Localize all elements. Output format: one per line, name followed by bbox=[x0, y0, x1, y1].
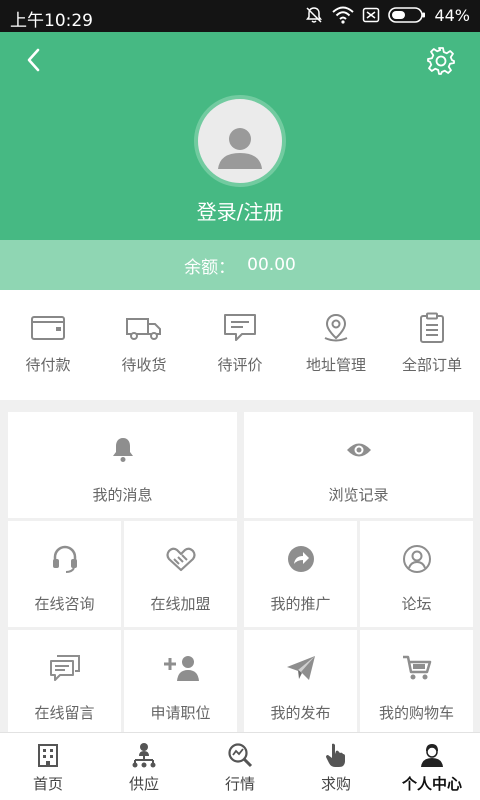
add-user-icon bbox=[161, 652, 201, 684]
avatar[interactable] bbox=[194, 95, 286, 187]
menu-leave-message[interactable]: 在线留言 bbox=[8, 630, 121, 732]
network-icon bbox=[130, 741, 158, 769]
chevron-left-icon bbox=[24, 47, 44, 77]
location-pin-icon bbox=[317, 312, 355, 344]
menu-label: 论坛 bbox=[401, 595, 432, 613]
menu-label: 在线咨询 bbox=[34, 595, 95, 613]
user-circle-icon bbox=[402, 543, 432, 575]
order-pending-receipt[interactable]: 待收货 bbox=[96, 290, 192, 400]
menu-online-join[interactable]: 在线加盟 bbox=[124, 521, 237, 627]
wifi-icon bbox=[332, 6, 355, 24]
building-icon bbox=[36, 741, 60, 769]
truck-icon bbox=[125, 312, 163, 344]
order-shortcuts: 待付款 待收货 待评价 地址管理 全部订单 bbox=[0, 290, 480, 400]
menu-online-consult[interactable]: 在线咨询 bbox=[8, 521, 121, 627]
profile-header: 登录/注册 bbox=[0, 32, 480, 240]
menu-label: 申请职位 bbox=[150, 704, 211, 722]
menu-my-cart[interactable]: 我的购物车 bbox=[360, 630, 473, 732]
menu-forum[interactable]: 论坛 bbox=[360, 521, 473, 627]
menu-my-publish[interactable]: 我的发布 bbox=[244, 630, 357, 732]
menu-grid: 我的消息 浏览记录 在线咨询 在线加盟 我的推广 论坛 在线留言 申请职位 我的… bbox=[0, 400, 480, 732]
tab-label: 首页 bbox=[32, 775, 63, 793]
order-label: 地址管理 bbox=[305, 356, 366, 374]
order-pending-review[interactable]: 待评价 bbox=[192, 290, 288, 400]
menu-label: 我的推广 bbox=[270, 595, 331, 613]
settings-button[interactable] bbox=[424, 46, 458, 80]
comment-icon bbox=[221, 312, 259, 344]
cart-icon bbox=[401, 652, 433, 684]
tab-supply[interactable]: 供应 bbox=[96, 733, 192, 800]
status-time: 上午10:29 bbox=[10, 11, 93, 31]
tab-market[interactable]: 行情 bbox=[192, 733, 288, 800]
alarm-off-icon bbox=[304, 5, 324, 25]
balance-value: 00.00 bbox=[247, 255, 296, 275]
status-bar: 上午10:29 44% bbox=[0, 0, 480, 32]
tab-purchase[interactable]: 求购 bbox=[288, 733, 384, 800]
paper-plane-icon bbox=[285, 652, 317, 684]
eye-icon bbox=[345, 434, 373, 466]
share-arrow-icon bbox=[286, 543, 316, 575]
tab-label: 求购 bbox=[320, 775, 351, 793]
sim-blocked-icon bbox=[362, 6, 380, 24]
order-label: 待收货 bbox=[121, 356, 167, 374]
user-silhouette-icon bbox=[210, 119, 270, 183]
menu-label: 浏览记录 bbox=[328, 486, 389, 504]
all-orders[interactable]: 全部订单 bbox=[384, 290, 480, 400]
tab-label: 行情 bbox=[224, 775, 255, 793]
menu-label: 我的购物车 bbox=[378, 704, 454, 722]
tab-label: 个人中心 bbox=[401, 775, 462, 793]
balance-label: 余额： bbox=[184, 257, 236, 278]
wallet-icon bbox=[29, 312, 67, 344]
address-management[interactable]: 地址管理 bbox=[288, 290, 384, 400]
hand-pointer-icon bbox=[324, 741, 348, 769]
status-icons: 44% bbox=[304, 5, 470, 25]
tab-label: 供应 bbox=[128, 775, 159, 793]
order-label: 全部订单 bbox=[401, 356, 462, 374]
balance-bar: 余额： 00.00 bbox=[0, 240, 480, 290]
menu-apply-job[interactable]: 申请职位 bbox=[124, 630, 237, 732]
person-icon bbox=[419, 741, 445, 769]
order-label: 待付款 bbox=[25, 356, 71, 374]
menu-my-messages[interactable]: 我的消息 bbox=[8, 412, 237, 518]
menu-browse-history[interactable]: 浏览记录 bbox=[244, 412, 473, 518]
clipboard-icon bbox=[413, 312, 451, 344]
gear-icon bbox=[426, 46, 456, 80]
headset-icon bbox=[50, 543, 80, 575]
battery-percent: 44% bbox=[434, 5, 470, 25]
chat-bubbles-icon bbox=[49, 652, 81, 684]
order-pending-payment[interactable]: 待付款 bbox=[0, 290, 96, 400]
back-button[interactable] bbox=[18, 46, 50, 78]
menu-label: 在线加盟 bbox=[150, 595, 211, 613]
bottom-tab-bar: 首页 供应 行情 求购 个人中心 bbox=[0, 732, 480, 800]
menu-my-promotion[interactable]: 我的推广 bbox=[244, 521, 357, 627]
order-label: 待评价 bbox=[217, 356, 263, 374]
menu-label: 我的消息 bbox=[92, 486, 153, 504]
menu-label: 我的发布 bbox=[270, 704, 331, 722]
menu-label: 在线留言 bbox=[34, 704, 95, 722]
chart-search-icon bbox=[227, 741, 253, 769]
bell-icon bbox=[111, 434, 135, 466]
battery-icon bbox=[388, 6, 426, 24]
handshake-icon bbox=[165, 543, 197, 575]
login-register-link[interactable]: 登录/注册 bbox=[0, 196, 480, 225]
tab-personal-center[interactable]: 个人中心 bbox=[384, 733, 480, 800]
tab-home[interactable]: 首页 bbox=[0, 733, 96, 800]
